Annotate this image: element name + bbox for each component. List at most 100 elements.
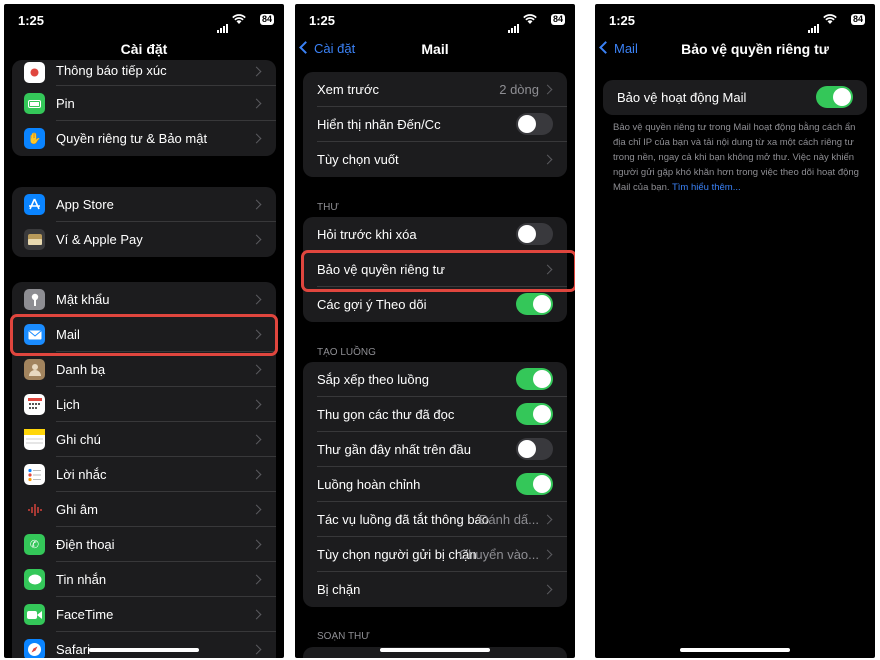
- battery-icon: [24, 93, 45, 114]
- settings-item-messages[interactable]: Tin nhắn: [12, 562, 276, 597]
- cellular-signal-icon: [808, 15, 820, 33]
- settings-item-label: Ghi âm: [56, 502, 98, 517]
- row-label: Bị chặn: [317, 582, 361, 597]
- chevron-right-icon: [251, 199, 262, 210]
- chevron-right-icon: [251, 539, 262, 550]
- toggle-switch[interactable]: [516, 438, 553, 460]
- settings-item-reminders[interactable]: Lời nhắc: [12, 457, 276, 492]
- chevron-right-icon: [251, 98, 262, 109]
- settings-item-notes[interactable]: Ghi chú: [12, 422, 276, 457]
- chevron-right-icon: [251, 504, 262, 515]
- mail-item-preview[interactable]: Xem trước 2 dòng: [303, 72, 567, 107]
- chevron-right-icon: [542, 154, 553, 165]
- page-title: Mail: [421, 41, 449, 57]
- status-time: 1:25: [309, 13, 336, 28]
- settings-item-label: App Store: [56, 197, 114, 212]
- settings-group-1: Thông báo tiếp xúc Pin ✋ Quyền riêng tư …: [12, 60, 276, 156]
- chevron-right-icon: [251, 644, 262, 655]
- wifi-icon: [823, 14, 837, 24]
- row-value: Đánh dấ...: [479, 512, 539, 527]
- settings-item-voice-memos[interactable]: Ghi âm: [12, 492, 276, 527]
- back-button[interactable]: Mail: [599, 41, 638, 56]
- settings-item-exposure[interactable]: Thông báo tiếp xúc: [12, 60, 276, 86]
- toggle-switch[interactable]: [516, 368, 553, 390]
- toggle-switch[interactable]: [516, 113, 553, 135]
- chevron-right-icon: [251, 469, 262, 480]
- settings-item-label: Điện thoại: [56, 537, 115, 552]
- voice-memos-icon: [24, 499, 45, 520]
- chevron-right-icon: [251, 609, 262, 620]
- mail-item-ask-before-delete: Hỏi trước khi xóa: [303, 217, 567, 252]
- settings-item-contacts[interactable]: Danh bạ: [12, 352, 276, 387]
- chevron-right-icon: [542, 584, 553, 595]
- settings-item-label: Thông báo tiếp xúc: [56, 63, 167, 78]
- settings-item-wallet[interactable]: Ví & Apple Pay: [12, 222, 276, 257]
- row-label: Tùy chọn người gửi bị chặn: [317, 547, 477, 562]
- row-value: 2 dòng: [499, 82, 539, 97]
- row-label: Hỏi trước khi xóa: [317, 227, 417, 242]
- settings-group-2: App Store Ví & Apple Pay: [12, 187, 276, 257]
- mail-item-collapse-read: Thu gọn các thư đã đọc: [303, 397, 567, 432]
- settings-item-app-store[interactable]: App Store: [12, 187, 276, 222]
- row-label: Tác vụ luồng đã tắt thông báo: [317, 512, 490, 527]
- mail-item-complete-threads: Luồng hoàn chỉnh: [303, 467, 567, 502]
- settings-item-label: Lịch: [56, 397, 80, 412]
- privacy-protection-screen: 1:25 84 Mail Bảo vệ quyền riêng tư Bảo v…: [595, 4, 875, 658]
- mail-item-swipe-options[interactable]: Tùy chọn vuốt: [303, 142, 567, 177]
- settings-item-battery[interactable]: Pin: [12, 86, 276, 121]
- notes-icon: [24, 429, 45, 450]
- calendar-icon: [24, 394, 45, 415]
- privacy-group: Bảo vệ hoạt động Mail: [603, 80, 867, 115]
- status-bar: 1:25 84: [295, 4, 575, 38]
- mail-item-muted-thread-action[interactable]: Tác vụ luồng đã tắt thông báo Đánh dấ...: [303, 502, 567, 537]
- chevron-right-icon: [251, 364, 262, 375]
- wifi-icon: [523, 14, 537, 24]
- page-title: Cài đặt: [120, 41, 168, 57]
- mail-item-blocked[interactable]: Bị chặn: [303, 572, 567, 607]
- toggle-switch[interactable]: [516, 293, 553, 315]
- status-bar: 1:25 84: [4, 4, 284, 38]
- status-bar: 1:25 84: [595, 4, 875, 38]
- settings-item-privacy[interactable]: ✋ Quyền riêng tư & Bảo mật: [12, 121, 276, 156]
- home-indicator: [380, 648, 490, 652]
- toggle-switch[interactable]: [516, 473, 553, 495]
- settings-item-label: Quyền riêng tư & Bảo mật: [56, 131, 208, 146]
- status-time: 1:25: [18, 13, 45, 28]
- home-indicator: [89, 648, 199, 652]
- chevron-right-icon: [542, 84, 553, 95]
- mail-item-follow-up-suggestions: Các gợi ý Theo dõi: [303, 287, 567, 322]
- settings-item-facetime[interactable]: FaceTime: [12, 597, 276, 632]
- toggle-switch[interactable]: [516, 403, 553, 425]
- settings-item-passwords[interactable]: Mật khẩu: [12, 282, 276, 317]
- toggle-switch[interactable]: [516, 223, 553, 245]
- mail-item-blocked-sender-options[interactable]: Tùy chọn người gửi bị chặn Chuyển vào...: [303, 537, 567, 572]
- mail-item-recent-on-top: Thư gần đây nhất trên đầu: [303, 432, 567, 467]
- settings-item-label: Danh bạ: [56, 362, 106, 377]
- settings-item-safari[interactable]: Safari: [12, 632, 276, 658]
- row-label: Thư gần đây nhất trên đầu: [317, 442, 471, 457]
- chevron-right-icon: [251, 574, 262, 585]
- phone-icon: ✆: [24, 534, 45, 555]
- settings-item-label: Pin: [56, 96, 75, 111]
- settings-item-label: Mật khẩu: [56, 292, 110, 307]
- reminders-icon: [24, 464, 45, 485]
- learn-more-link[interactable]: Tìm hiểu thêm...: [672, 182, 741, 193]
- row-label: Luồng hoàn chỉnh: [317, 477, 421, 492]
- key-icon: [24, 289, 45, 310]
- row-label: Xem trước: [317, 82, 380, 97]
- chevron-right-icon: [251, 133, 262, 144]
- home-indicator: [680, 648, 790, 652]
- exposure-notification-icon: [24, 62, 45, 83]
- settings-item-label: Lời nhắc: [56, 467, 107, 482]
- settings-item-label: Safari: [56, 642, 90, 657]
- settings-item-calendar[interactable]: Lịch: [12, 387, 276, 422]
- settings-item-label: Ví & Apple Pay: [56, 232, 143, 247]
- toggle-switch[interactable]: [816, 86, 853, 108]
- highlight-box-mail: [10, 314, 278, 356]
- app-store-icon: [24, 194, 45, 215]
- settings-item-phone[interactable]: ✆ Điện thoại: [12, 527, 276, 562]
- chevron-right-icon: [251, 234, 262, 245]
- chevron-right-icon: [542, 514, 553, 525]
- row-label: Tùy chọn vuốt: [317, 152, 399, 167]
- mail-item-organize-by-thread: Sắp xếp theo luồng: [303, 362, 567, 397]
